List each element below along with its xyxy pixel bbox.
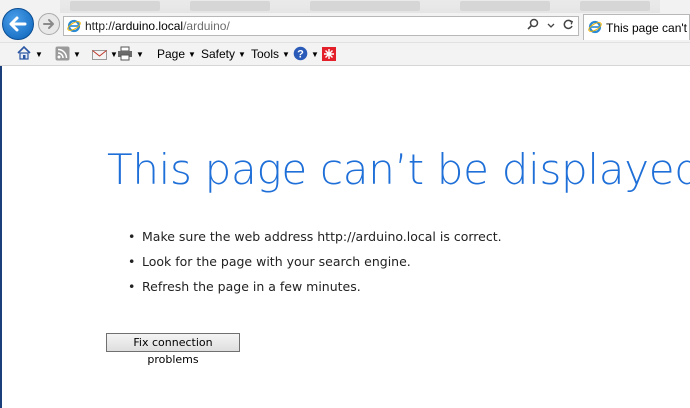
mail-icon (92, 50, 107, 60)
help-button[interactable]: ? ▼ (293, 45, 319, 63)
addon-icon (322, 47, 336, 61)
address-tools (526, 18, 575, 34)
refresh-icon[interactable] (561, 18, 575, 35)
suggestion-text: Refresh the page in a few minutes. (142, 279, 361, 294)
safety-menu[interactable]: Safety ▼ (201, 45, 246, 63)
list-item: • Make sure the web address http://arduin… (128, 229, 502, 244)
suggestion-list: • Make sure the web address http://arduin… (128, 228, 502, 303)
svg-text:?: ? (297, 49, 304, 61)
url-host: arduino.local (115, 19, 184, 33)
tab-active[interactable]: This page can't be (583, 14, 690, 40)
address-input[interactable]: http://arduino.local/arduino/ (63, 16, 579, 36)
chevron-down-icon[interactable] (544, 18, 558, 35)
chevron-down-icon: ▼ (35, 50, 43, 59)
command-bar: ▼ ▼ ▼ ▼ Page ▼ Safety ▼ Tools ▼ ? ▼ (0, 43, 690, 66)
back-button[interactable] (2, 8, 34, 40)
forward-button[interactable] (38, 13, 60, 35)
rss-feed-icon (55, 46, 70, 61)
arrow-right-icon (43, 19, 54, 29)
search-icon[interactable] (526, 18, 540, 35)
url-text: http://arduino.local/arduino/ (85, 19, 230, 34)
list-item: • Look for the page with your search engi… (128, 254, 411, 269)
suggestion-text: Make sure the web address http://arduino… (142, 229, 502, 244)
mail-button[interactable]: ▼ (92, 45, 118, 63)
suggestion-text: Look for the page with your search engin… (142, 254, 411, 269)
addon-button[interactable] (322, 45, 336, 63)
tools-menu-label: Tools (251, 47, 280, 61)
url-scheme: http:// (85, 19, 116, 33)
chevron-down-icon: ▼ (282, 50, 290, 59)
home-icon (17, 45, 31, 60)
chevron-down-icon: ▼ (311, 50, 319, 59)
chevron-down-icon: ▼ (238, 50, 246, 59)
tab-title: This page can't be (606, 21, 690, 35)
chevron-down-icon: ▼ (136, 50, 144, 59)
home-button[interactable]: ▼ (16, 45, 43, 63)
tools-menu[interactable]: Tools ▼ (251, 45, 290, 63)
page-menu-label: Page (157, 47, 186, 61)
arrow-left-icon (9, 16, 27, 32)
address-bar-row: http://arduino.local/arduino/ This page … (0, 0, 690, 43)
background-tabs-strip (60, 0, 660, 13)
list-item: • Refresh the page in a few minutes. (128, 279, 361, 294)
help-icon: ? (293, 46, 308, 61)
printer-icon (118, 46, 132, 61)
page-menu[interactable]: Page ▼ (157, 45, 196, 63)
window-left-edge (0, 66, 2, 408)
chevron-down-icon: ▼ (188, 50, 196, 59)
safety-menu-label: Safety (201, 47, 236, 61)
url-path: /arduino/ (183, 19, 230, 33)
ie-logo-icon (588, 20, 602, 34)
error-title: This page can’t be displayed (107, 145, 690, 194)
fix-connection-button[interactable]: Fix connection problems (106, 333, 240, 366)
ie-logo-icon (67, 19, 81, 33)
print-button[interactable]: ▼ (117, 45, 144, 63)
feeds-button[interactable]: ▼ (55, 45, 81, 63)
chevron-down-icon: ▼ (73, 50, 81, 59)
